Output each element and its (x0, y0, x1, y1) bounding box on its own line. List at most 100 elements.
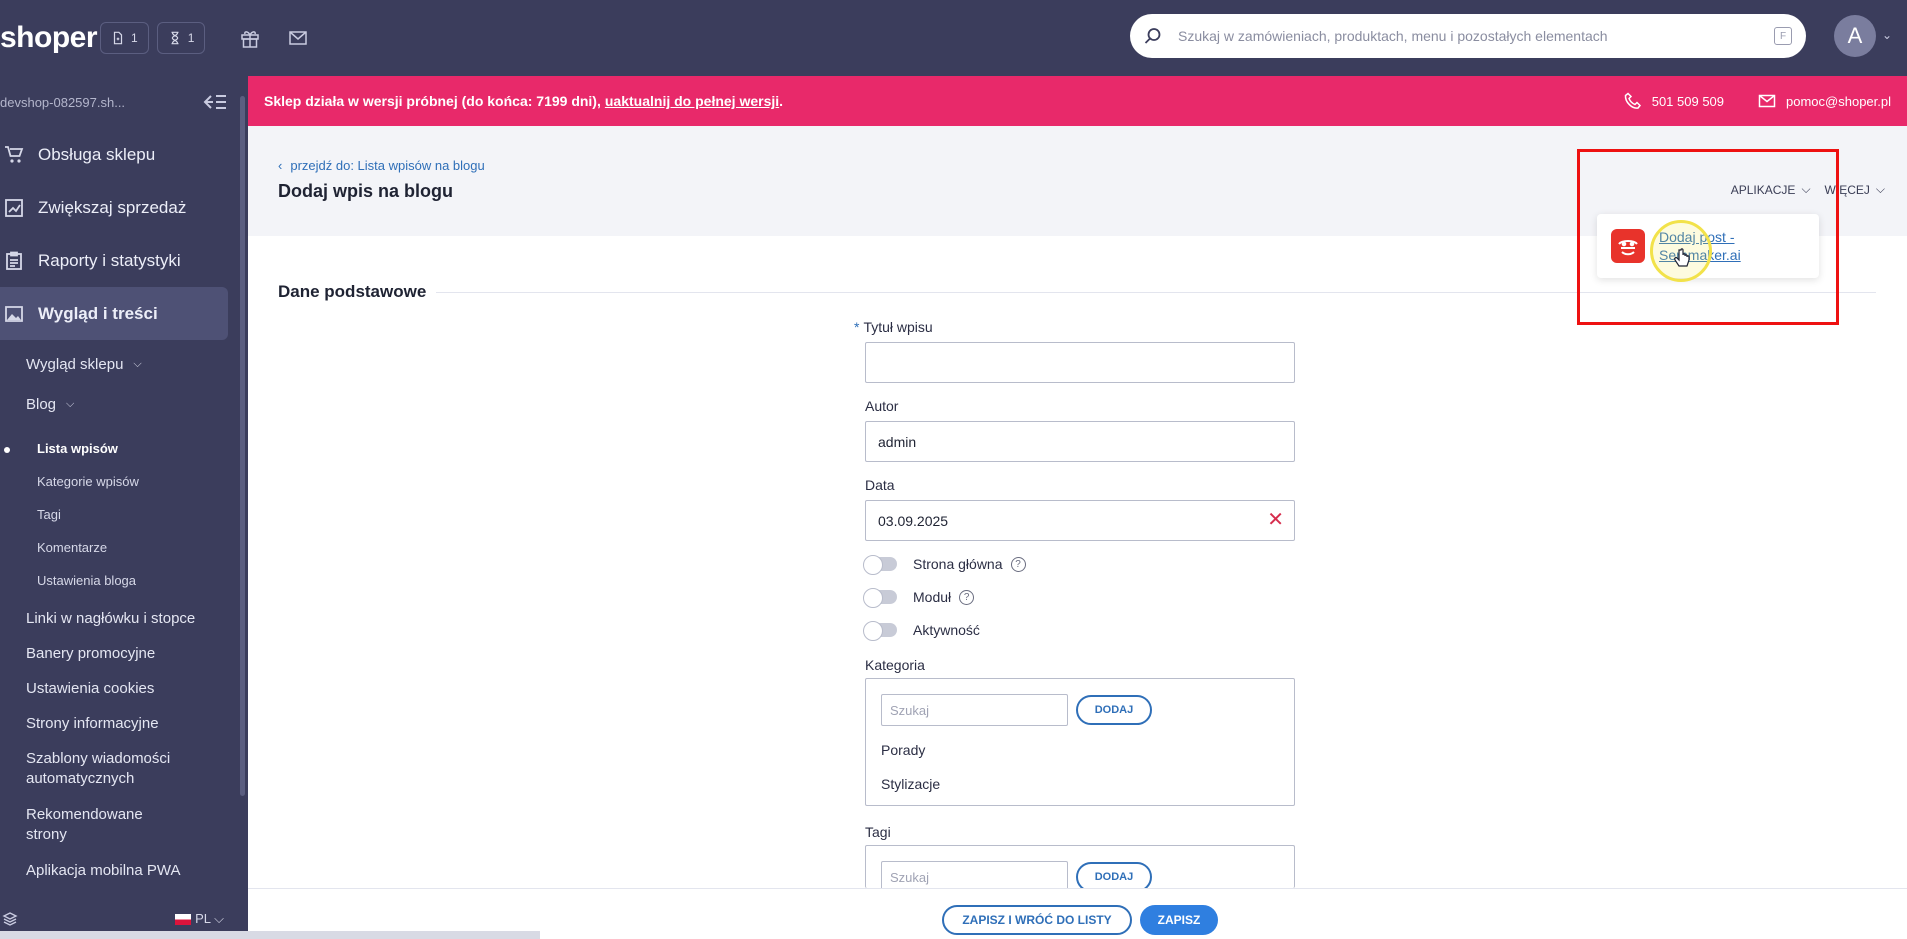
shop-selector[interactable]: devshop-082597.sh... (0, 76, 248, 128)
sidebar-item-strony-informacyjne[interactable]: Strony informacyjne (0, 706, 248, 741)
top-bar: shoper 1 1 F A ⌄ (0, 0, 1907, 76)
chevron-down-icon: ⌵ (133, 357, 142, 370)
mail-icon[interactable] (287, 27, 309, 49)
gift-icon[interactable] (239, 27, 261, 49)
shop-name: devshop-082597.sh... (0, 94, 126, 110)
tags-box: Szukaj DODAJ (865, 845, 1295, 893)
sidebar-item-pwa[interactable]: Aplikacja mobilna PWA (0, 853, 248, 888)
title-label-text: Tytuł wpisu (863, 319, 933, 335)
pending-counter[interactable]: 1 (156, 22, 206, 54)
author-label: Autor (865, 398, 899, 414)
sidebar-item-cookies[interactable]: Ustawienia cookies (0, 671, 248, 706)
date-field[interactable]: 03.09.2025 ✕ (865, 500, 1295, 541)
sidebar-scrollbar[interactable] (240, 96, 245, 796)
list-item[interactable]: Stylizacje (881, 776, 940, 792)
pending-count: 1 (187, 31, 195, 45)
toggle-switch[interactable] (863, 588, 897, 608)
save-button[interactable]: ZAPISZ (1140, 905, 1218, 935)
trial-suffix: . (779, 93, 784, 109)
sidebar: devshop-082597.sh... Obsługa sklepu Zwię… (0, 76, 248, 939)
collapse-sidebar-icon[interactable] (202, 92, 228, 112)
support-phone[interactable]: 501 509 509 (1624, 92, 1724, 110)
hand-cursor-icon (1674, 248, 1690, 267)
sidebar-item-rekomendowane[interactable]: Rekomendowane strony (0, 797, 170, 853)
toggle-switch[interactable] (863, 555, 897, 575)
language-code: PL (195, 911, 211, 926)
category-box: Szukaj DODAJ Porady Stylizacje (865, 678, 1295, 806)
page-title: Dodaj wpis na blogu (278, 181, 453, 201)
author-field[interactable]: admin (865, 421, 1295, 462)
clear-icon[interactable]: ✕ (1267, 510, 1284, 530)
phone-number: 501 509 509 (1651, 93, 1725, 109)
required-marker: * (854, 319, 860, 335)
toggle-active[interactable]: Aktywność (863, 621, 980, 641)
sidebar-item-ustawienia-bloga[interactable]: Ustawienia bloga (0, 564, 248, 597)
sidebar-item-label: Raporty i statystyki (38, 250, 181, 270)
help-icon[interactable]: ? (1010, 556, 1026, 572)
chart-up-icon (5, 198, 23, 217)
sidebar-item-komentarze[interactable]: Komentarze (0, 531, 248, 564)
save-and-back-button[interactable]: ZAPISZ I WRÓĆ DO LISTY (942, 905, 1132, 935)
sidebar-item-linki[interactable]: Linki w nagłówku i stopce (0, 601, 248, 636)
toggle-label: Moduł (913, 589, 952, 605)
sidebar-item-szablony[interactable]: Szablony wiadomości automatycznych (0, 741, 200, 797)
sidebar-item-lista-wpisow[interactable]: Lista wpisów (0, 432, 248, 465)
image-icon (5, 305, 23, 322)
shoper-logo[interactable]: shoper (0, 21, 98, 55)
sidebar-item-wyglad[interactable]: Wygląd i treści (0, 287, 228, 340)
layers-icon[interactable] (2, 911, 18, 927)
search-icon (1144, 28, 1161, 44)
toggle-switch[interactable] (863, 621, 897, 641)
toggle-label: Strona główna (913, 556, 1003, 572)
orders-counter[interactable]: 1 (100, 22, 149, 54)
sidebar-item-raporty[interactable]: Raporty i statystyki (0, 234, 248, 287)
sidebar-item-sprzedaz[interactable]: Zwiększaj sprzedaż (0, 181, 248, 234)
orders-count: 1 (131, 31, 138, 45)
phone-icon (1624, 92, 1641, 109)
date-label: Data (865, 477, 895, 493)
title-field[interactable] (865, 342, 1295, 383)
user-avatar[interactable]: A (1834, 15, 1876, 57)
sidebar-item-label: Blog (26, 395, 57, 413)
trial-text: Sklep działa w wersji próbnej (do końca:… (264, 93, 601, 109)
toggle-homepage[interactable]: Strona główna ? (863, 555, 1026, 575)
sidebar-item-wyglad-sklepu[interactable]: Wygląd sklepu ⌵ (0, 344, 248, 384)
author-value: admin (878, 433, 917, 450)
chevron-down-icon[interactable]: ⌄ (1882, 28, 1892, 42)
list-item[interactable]: Porady (881, 742, 925, 758)
add-category-button[interactable]: DODAJ (1076, 695, 1152, 725)
global-search[interactable]: F (1130, 14, 1806, 58)
sidebar-item-banery[interactable]: Banery promocyjne (0, 636, 248, 671)
tags-label: Tagi (865, 824, 891, 840)
chevron-down-icon: ⌵ (1875, 182, 1885, 196)
hourglass-icon (171, 31, 179, 45)
chevron-down-icon: ⌵ (66, 397, 75, 410)
search-shortcut-key: F (1774, 27, 1792, 45)
help-icon[interactable]: ? (959, 589, 975, 605)
category-search-input[interactable]: Szukaj (881, 694, 1068, 726)
semmaker-logo-icon (1611, 229, 1645, 263)
sidebar-item-blog[interactable]: Blog ⌵ (0, 384, 248, 424)
sidebar-item-kategorie-wpisow[interactable]: Kategorie wpisów (0, 465, 248, 498)
breadcrumb-link: przejdź do: Lista wpisów na blogu (290, 158, 485, 173)
upgrade-link[interactable]: uaktualnij do pełnej wersji (605, 93, 779, 109)
language-selector[interactable]: PL ⌵ (175, 911, 224, 927)
poland-flag-icon (175, 914, 192, 926)
sidebar-item-label: Wygląd sklepu (26, 355, 124, 373)
support-email[interactable]: pomoc@shoper.pl (1758, 92, 1891, 110)
search-input[interactable] (1178, 28, 1774, 44)
document-icon (113, 31, 123, 45)
sidebar-item-label: Obsługa sklepu (38, 144, 156, 164)
section-title: Dane podstawowe (278, 282, 427, 301)
chevron-left-icon: ‹ (278, 158, 283, 173)
sidebar-item-tagi[interactable]: Tagi (0, 498, 248, 531)
sidebar-item-obsluga[interactable]: Obsługa sklepu (0, 128, 248, 181)
mail-icon (1758, 94, 1776, 108)
trial-banner: Sklep działa w wersji próbnej (do końca:… (248, 76, 1907, 126)
browser-status-bar (0, 931, 540, 939)
breadcrumb[interactable]: ‹ przejdź do: Lista wpisów na blogu (278, 158, 485, 173)
title-label: * Tytuł wpisu (854, 319, 933, 335)
toggle-module[interactable]: Moduł ? (863, 588, 975, 608)
title-input[interactable] (878, 354, 1282, 371)
main-content: Dane podstawowe * Tytuł wpisu Autor admin… (248, 236, 1907, 893)
